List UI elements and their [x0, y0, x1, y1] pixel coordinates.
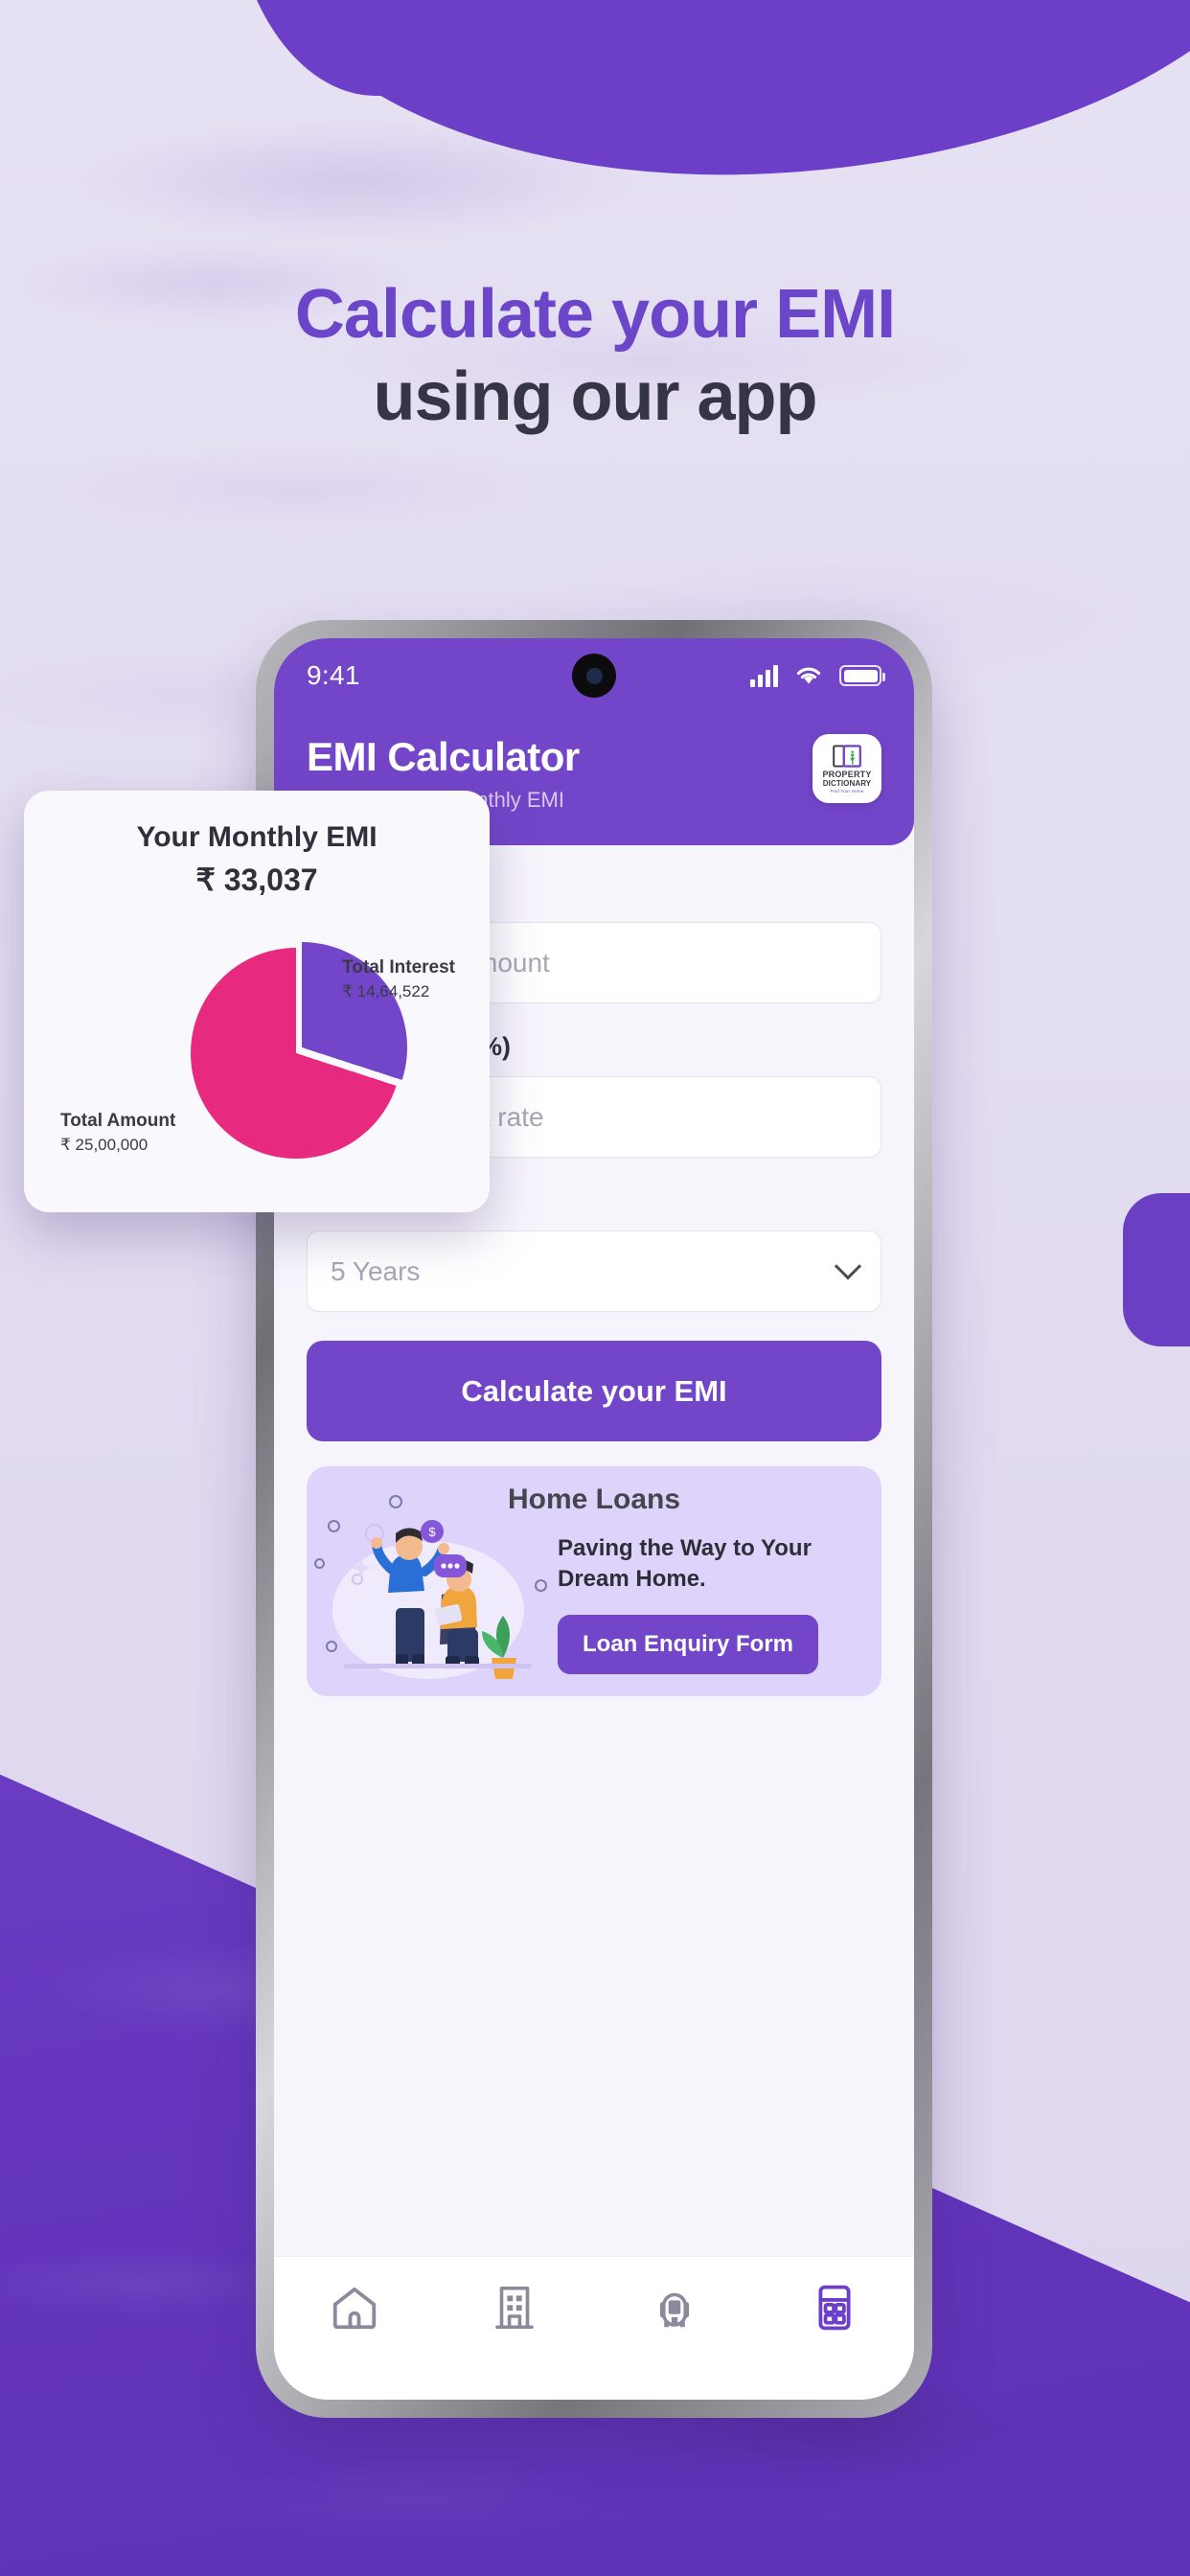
- loan-enquiry-form-button[interactable]: Loan Enquiry Form: [558, 1615, 819, 1675]
- total-amount-value: ₹ 25,00,000: [60, 1136, 149, 1154]
- status-bar-clock: 9:41: [307, 660, 360, 690]
- total-interest-value: ₹ 14,64,522: [342, 981, 430, 1000]
- front-camera-icon: [572, 654, 616, 698]
- headline-line-2: using our app: [373, 357, 818, 435]
- page-headline: Calculate your EMI using our app: [0, 276, 1190, 435]
- home-icon: [332, 2287, 376, 2330]
- home-loans-banner[interactable]: Home Loans $ Paving the Way to Your Drea…: [307, 1466, 881, 1696]
- home-loans-tagline: Paving the Way to Your Dream Home.: [558, 1535, 812, 1592]
- loan-tenure-select[interactable]: 5 Years: [307, 1230, 881, 1312]
- svg-text:$: $: [428, 1525, 436, 1539]
- total-interest-label: Total Interest: [342, 957, 455, 978]
- wifi-icon: [796, 667, 821, 684]
- emi-result-card: Your Monthly EMI ₹ 33,037 Total Interest…: [24, 791, 490, 1212]
- calculate-emi-button[interactable]: Calculate your EMI: [307, 1341, 881, 1441]
- emi-breakdown-pie-chart: Total Interest ₹ 14,64,522 Total Amount …: [49, 908, 465, 1176]
- bottom-navigation: [274, 2256, 914, 2400]
- property-dictionary-logo[interactable]: PROPERTY DICTIONARY Find Your Home: [812, 734, 881, 803]
- chevron-down-icon: [834, 1252, 862, 1279]
- home-loans-banner-text: Paving the Way to Your Dream Home. Loan …: [554, 1466, 881, 1696]
- nav-home[interactable]: [274, 2282, 434, 2334]
- pie-label-total-amount: Total Amount ₹ 25,00,000: [60, 1111, 175, 1155]
- total-amount-label: Total Amount: [60, 1111, 176, 1132]
- status-bar: 9:41: [274, 638, 914, 713]
- battery-icon: [839, 665, 885, 686]
- nav-properties[interactable]: [434, 2282, 594, 2334]
- emi-card-title: Your Monthly EMI: [136, 821, 378, 853]
- cellular-signal-icon: [750, 664, 778, 687]
- emi-card-value: ₹ 33,037: [195, 862, 318, 897]
- pie-label-total-interest: Total Interest ₹ 14,64,522: [342, 957, 455, 1001]
- loan-tenure-value: 5 Years: [331, 1255, 421, 1286]
- nav-agent[interactable]: [594, 2282, 754, 2334]
- status-bar-indicators: [750, 664, 885, 687]
- headline-line-1: Calculate your EMI: [294, 276, 896, 353]
- calculator-icon: [817, 2285, 851, 2331]
- logo-tagline: Find Your Home: [830, 788, 864, 794]
- app-title: EMI Calculator: [307, 734, 580, 779]
- right-edge-purple-tab: [1123, 1193, 1190, 1346]
- logo-book-icon: [833, 745, 861, 768]
- building-icon: [494, 2286, 534, 2330]
- nav-calculator[interactable]: [754, 2282, 914, 2334]
- agent-icon: [659, 2292, 689, 2328]
- logo-line-2: DICTIONARY: [822, 778, 872, 788]
